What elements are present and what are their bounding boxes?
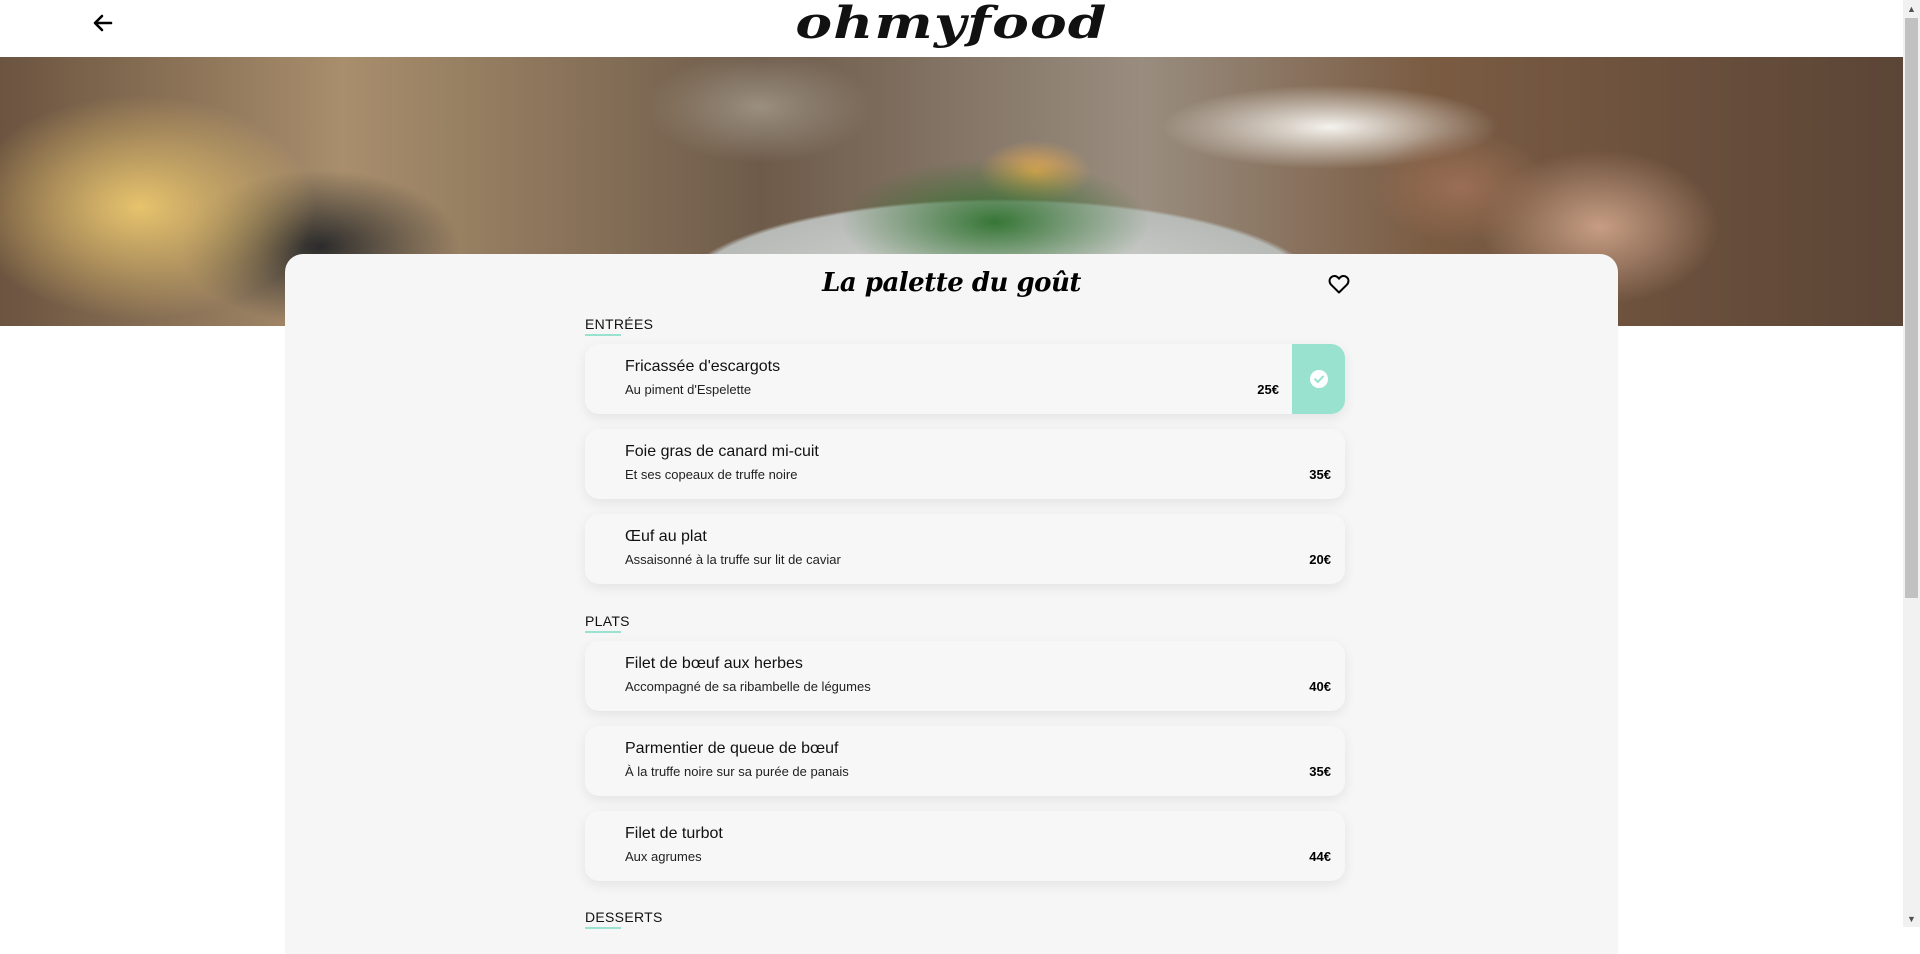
dish-card[interactable]: Fricassée d'escargots Au piment d'Espele… [585, 344, 1345, 414]
page-scrollbar[interactable]: ▲ ▼ [1903, 0, 1920, 927]
dish-price: 35€ [1309, 764, 1331, 779]
restaurant-title: La palette du goût [822, 268, 1081, 298]
section-title-entrees: ENTRÉES [585, 316, 654, 336]
dish-name: Foie gras de canard mi-cuit [625, 443, 819, 460]
dish-description: Assaisonné à la truffe sur lit de caviar [625, 552, 841, 567]
dish-name: Filet de bœuf aux herbes [625, 655, 803, 672]
dish-name: Filet de turbot [625, 825, 723, 842]
dish-description: Et ses copeaux de truffe noire [625, 467, 798, 482]
heart-outline-icon [1328, 275, 1350, 294]
dish-name: Œuf au plat [625, 528, 707, 545]
dish-card[interactable]: Foie gras de canard mi-cuit Et ses copea… [585, 429, 1345, 499]
dish-name: Fricassée d'escargots [625, 358, 781, 375]
section-title-desserts: DESSERTS [585, 909, 663, 929]
dish-card[interactable]: Œuf au plat Assaisonné à la truffe sur l… [585, 514, 1345, 584]
scrollbar-thumb[interactable] [1905, 18, 1918, 598]
dish-card[interactable]: Parmentier de queue de bœuf À la truffe … [585, 726, 1345, 796]
dish-description: Accompagné de sa ribambelle de légumes [625, 679, 871, 694]
dish-description: À la truffe noire sur sa purée de panais [625, 764, 849, 779]
dish-description: Aux agrumes [625, 849, 702, 864]
selected-indicator [1292, 344, 1345, 414]
dish-price: 40€ [1309, 679, 1331, 694]
dish-price: 35€ [1309, 467, 1331, 482]
dish-description: Au piment d'Espelette [625, 382, 752, 397]
menu-card: La palette du goût ENTRÉES Fricassée d'e… [285, 254, 1618, 954]
brand-logo[interactable]: ohmyfood [0, 0, 1920, 49]
dish-price: 25€ [1257, 382, 1279, 397]
dish-price: 44€ [1309, 849, 1331, 864]
section-title-plats: PLATS [585, 613, 630, 633]
scroll-up-icon[interactable]: ▲ [1903, 0, 1920, 17]
dish-price: 20€ [1309, 552, 1331, 567]
check-circle-icon [1309, 370, 1328, 388]
top-bar: ohmyfood [0, 0, 1903, 57]
dish-card[interactable]: Filet de turbot Aux agrumes 44€ [585, 811, 1345, 881]
dish-name: Parmentier de queue de bœuf [625, 740, 839, 757]
favorite-button[interactable] [1327, 272, 1351, 296]
dish-card[interactable]: Filet de bœuf aux herbes Accompagné de s… [585, 641, 1345, 711]
scroll-down-icon[interactable]: ▼ [1903, 910, 1920, 927]
